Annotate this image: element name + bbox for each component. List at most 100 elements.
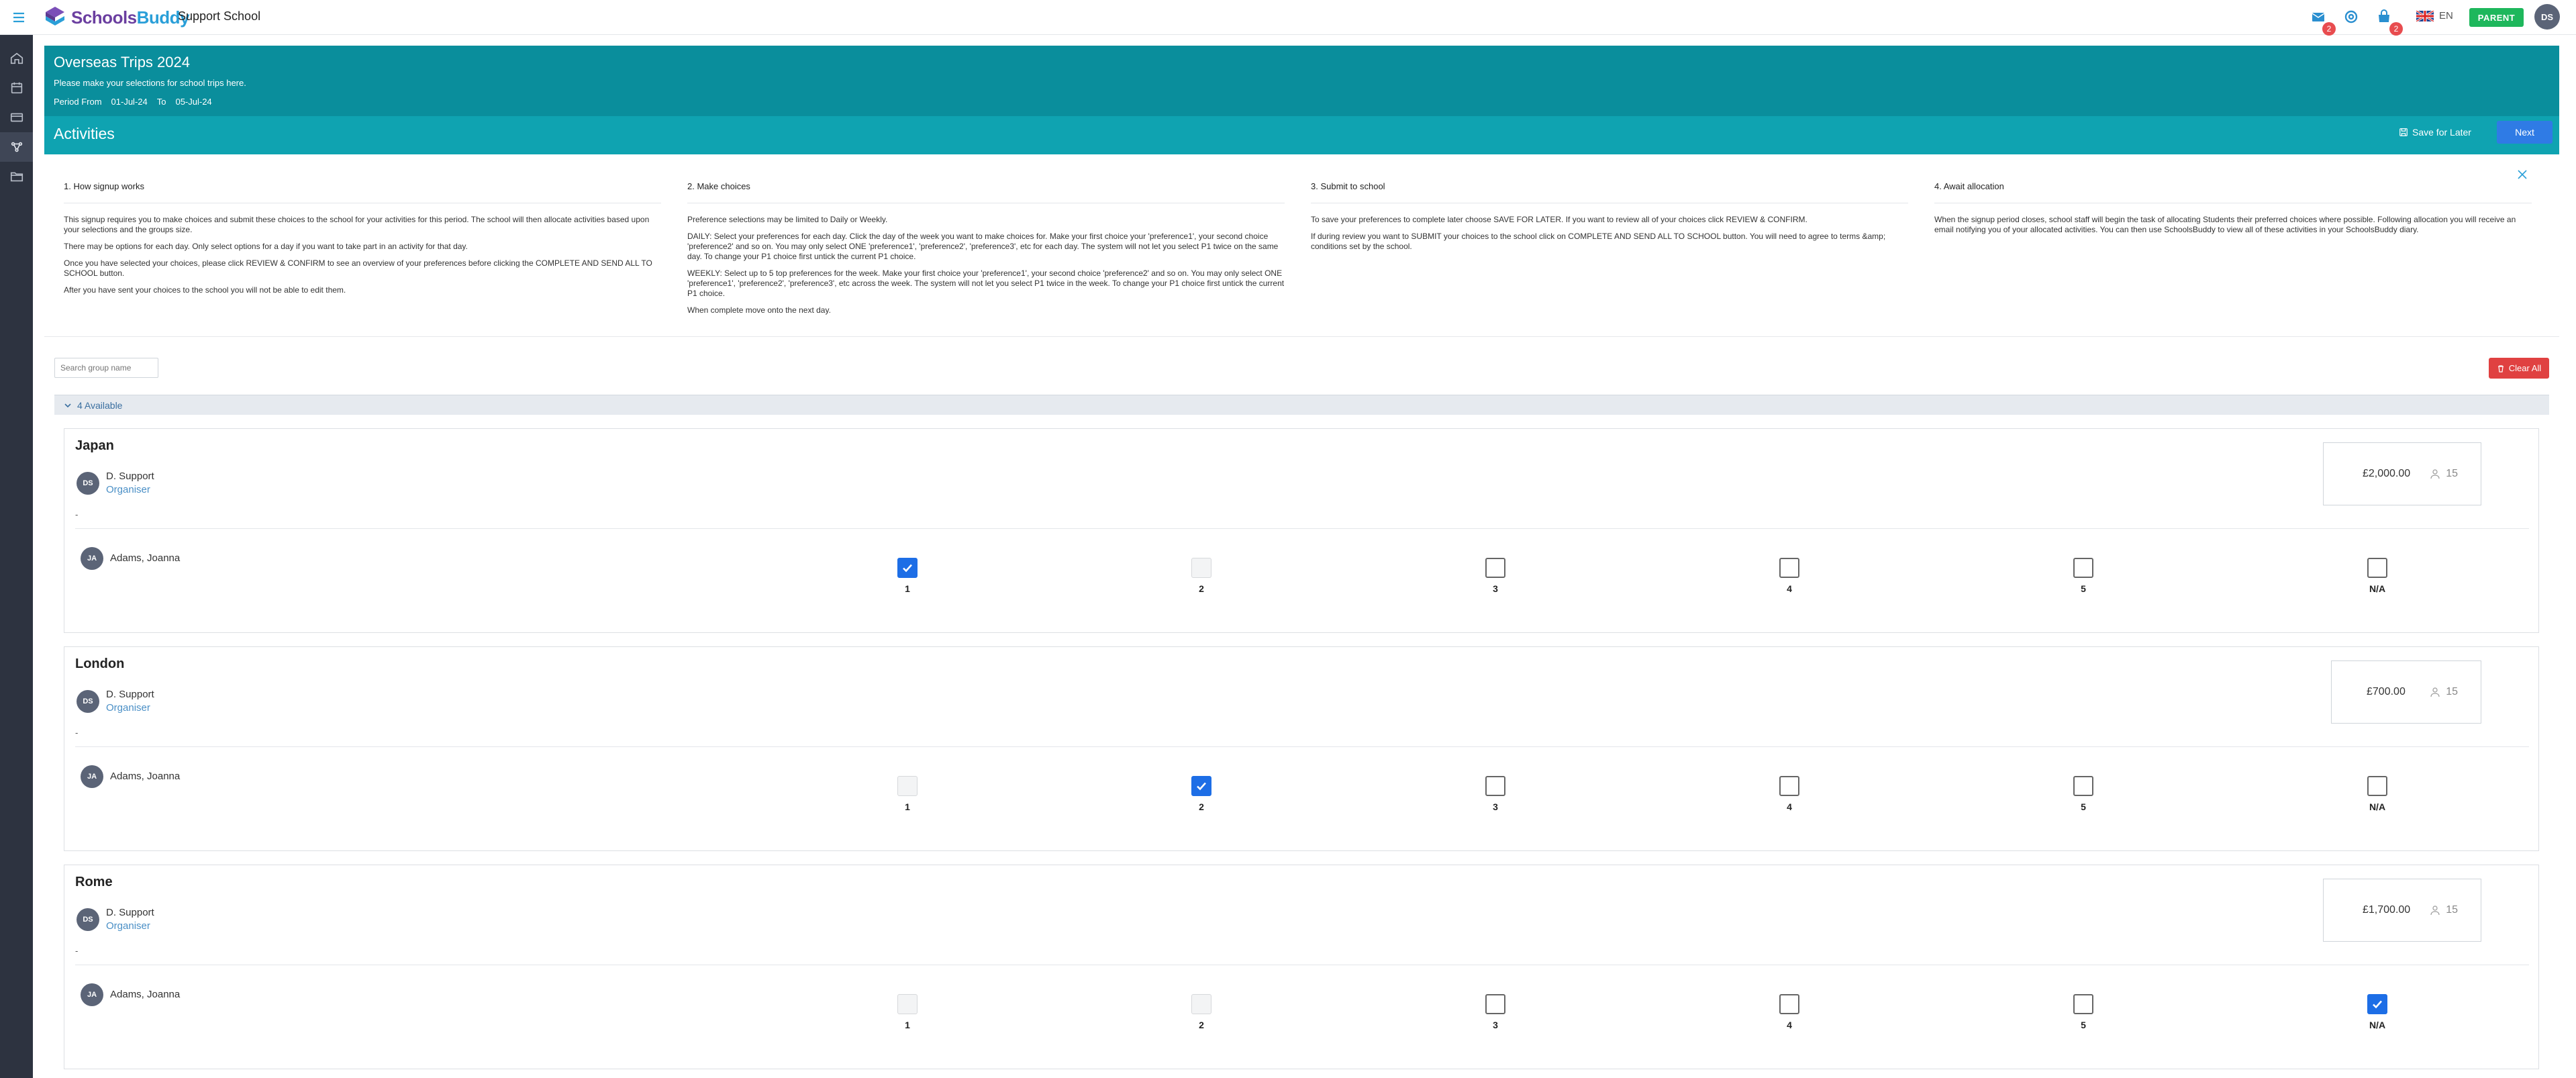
preference-option: 3 [1483,776,1507,812]
logo-icon [46,7,64,26]
preference-option: 5 [2071,994,2095,1030]
capacity-value: 15 [2446,904,2458,916]
step-paragraph: DAILY: Select your preferences for each … [687,232,1279,261]
available-count: 4 Available [77,399,123,411]
student-name: Adams, Joanna [110,771,181,782]
student-avatar: JA [81,983,103,1006]
preference-label: N/A [2369,1020,2386,1030]
step-title: 2. Make choices [687,181,750,191]
preference-checkbox[interactable] [1485,558,1505,578]
preference-label: 1 [905,1020,910,1030]
close-icon[interactable] [2516,168,2529,181]
preference-checkbox[interactable] [2367,776,2387,796]
step-paragraph: To save your preferences to complete lat… [1311,215,1807,224]
user-icon [2430,469,2440,479]
sidebar-activities[interactable] [0,132,33,162]
step-title: 4. Await allocation [1934,181,2004,191]
preference-label: 4 [1787,801,1792,812]
step-paragraph: There may be options for each day. Only … [64,242,468,251]
signup-header: Overseas Trips 2024 Please make your sel… [44,46,2559,154]
step-paragraph: After you have sent your choices to the … [64,285,346,295]
preference-label: 1 [905,801,910,812]
organiser-role: Organiser [106,484,150,495]
language-selector[interactable]: EN [2416,10,2453,21]
preference-checkbox[interactable] [2073,776,2093,796]
preference-checkbox[interactable] [1779,558,1799,578]
preference-label: 3 [1493,1020,1498,1030]
preference-label: 4 [1787,583,1792,594]
step-paragraph: This signup requires you to make choices… [64,215,650,234]
price-capacity-box: £2,000.00 15 [2323,442,2481,505]
sidebar-payments[interactable] [0,103,33,132]
activity-price: £1,700.00 [2363,904,2411,916]
preference-label: 5 [2081,801,2086,812]
save-for-later-button[interactable]: Save for Later [2399,122,2471,142]
calendar-icon [11,82,22,94]
preference-label: 2 [1199,583,1204,594]
organiser-role: Organiser [106,702,150,714]
clear-all-button[interactable]: Clear All [2489,358,2549,379]
sidebar-home[interactable] [0,44,33,73]
activity-capacity: 15 [2430,904,2458,916]
activity-card: Japan DS D. Support Organiser - £2,000.0… [64,428,2539,633]
preference-checkbox[interactable] [1191,776,1211,796]
preference-checkbox[interactable] [1779,994,1799,1014]
topbar: SchoolsBuddy Support School 2 2 EN PAREN… [0,0,2576,36]
step-paragraph: When complete move onto the next day. [687,305,831,315]
divider [75,746,2529,747]
chevron-down-icon [64,403,71,407]
sidebar-calendar[interactable] [0,73,33,103]
organiser-name: D. Support [106,907,154,918]
menu-icon[interactable] [11,9,27,26]
store-icon[interactable] [2376,9,2392,25]
preference-option: 2 [1189,994,1213,1030]
preference-checkbox[interactable] [2367,558,2387,578]
search-group-input[interactable] [54,358,158,378]
logo[interactable]: SchoolsBuddy [42,4,190,31]
activity-price: £700.00 [2367,686,2406,697]
preference-checkbox[interactable] [2073,994,2093,1014]
mail-icon[interactable] [2310,9,2326,25]
activity-card: Rome DS D. Support Organiser - £1,700.00… [64,865,2539,1069]
step-paragraph: When the signup period closes, school st… [1934,215,2516,234]
preference-checkbox [1191,558,1211,578]
preference-label: 5 [2081,583,2086,594]
preference-option: 4 [1777,558,1801,594]
organiser-role: Organiser [106,920,150,932]
save-for-later-label: Save for Later [2412,127,2471,138]
clear-all-label: Clear All [2508,363,2542,373]
preference-checkbox [897,994,918,1014]
card-icon [10,113,23,122]
period-from-label: Period From [54,97,102,107]
preference-label: N/A [2369,583,2386,594]
organiser-avatar: DS [77,690,99,713]
preference-checkbox[interactable] [897,558,918,578]
preference-label: 1 [905,583,910,594]
capacity-value: 15 [2446,686,2458,697]
preference-checkbox[interactable] [2367,994,2387,1014]
preference-checkbox[interactable] [1779,776,1799,796]
sidebar [0,0,33,1078]
support-icon[interactable] [2343,9,2359,25]
next-button[interactable]: Next [2497,121,2553,144]
checkmark-icon [903,564,912,573]
activity-title: Rome [75,875,113,889]
preference-label: 2 [1199,801,1204,812]
activity-description: - [75,509,79,520]
preference-option: 1 [895,558,920,594]
preference-option: 4 [1777,994,1801,1030]
preference-checkbox[interactable] [2073,558,2093,578]
sidebar-folders[interactable] [0,162,33,191]
preference-checkbox[interactable] [1485,776,1505,796]
available-group-toggle[interactable]: 4 Available [54,395,2549,415]
preference-option: 3 [1483,558,1507,594]
preference-option: 4 [1777,776,1801,812]
preference-checkbox[interactable] [1485,994,1505,1014]
step-body: This signup requires you to make choices… [64,215,661,302]
role-parent-button[interactable]: PARENT [2469,8,2524,27]
user-avatar[interactable]: DS [2534,4,2560,30]
user-icon [2430,687,2440,697]
preference-option: 1 [895,994,920,1030]
preference-label: N/A [2369,801,2386,812]
preference-option: 1 [895,776,920,812]
